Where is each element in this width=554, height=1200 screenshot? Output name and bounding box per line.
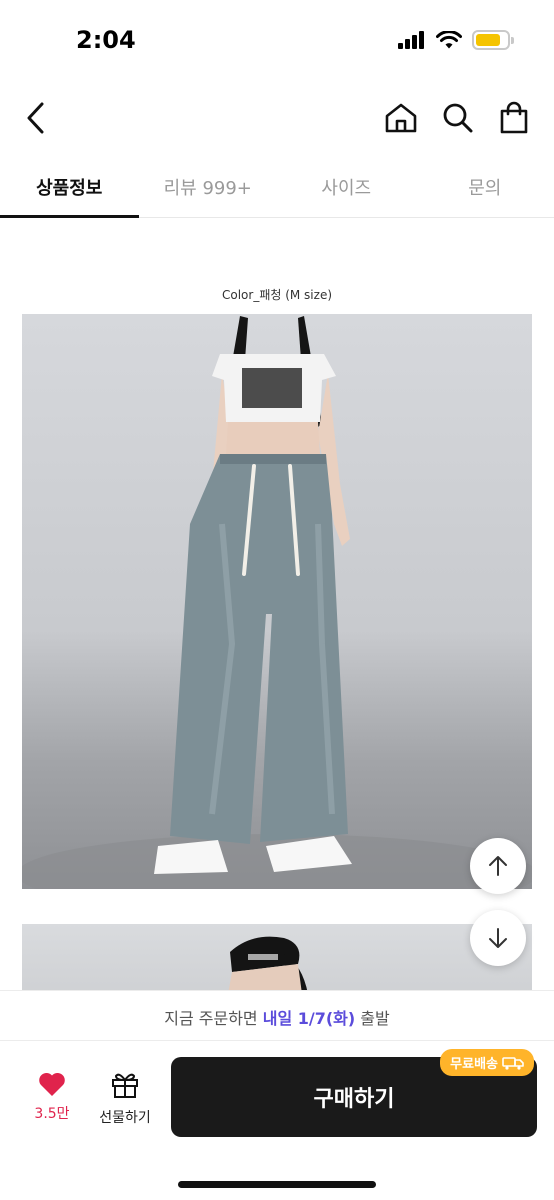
tab-size[interactable]: 사이즈 (277, 160, 416, 217)
shipping-prefix: 지금 주문하면 (164, 1009, 263, 1028)
bottom-action-bar: 3.5만 선물하기 구매하기 무료배송 (0, 1040, 554, 1200)
product-tabs: 상품정보 리뷰 999+ 사이즈 문의 (0, 160, 554, 218)
tab-reviews[interactable]: 리뷰 999+ (139, 160, 278, 217)
scroll-top-button[interactable] (470, 838, 526, 894)
gift-button[interactable]: 선물하기 (92, 1071, 158, 1127)
wifi-icon (436, 30, 462, 48)
product-photo-2 (22, 924, 532, 994)
status-bar: 2:04 (0, 0, 554, 80)
heart-icon (39, 1072, 65, 1096)
buy-label: 구매하기 (313, 1087, 395, 1112)
free-shipping-badge: 무료배송 (440, 1049, 534, 1076)
search-icon (443, 103, 473, 133)
gift-label: 선물하기 (99, 1110, 151, 1126)
shipping-suffix: 출발 (355, 1009, 390, 1028)
gift-icon (112, 1073, 138, 1098)
shopping-bag-icon (500, 101, 528, 134)
product-photo (22, 314, 532, 889)
model-cap-illustration (228, 936, 308, 994)
image-caption: Color_패청 (M size) (221, 288, 333, 302)
chevron-left-icon (27, 102, 44, 134)
shipping-notice: 지금 주문하면 내일 1/7(화) 출발 (0, 990, 554, 1040)
status-icons (398, 30, 514, 50)
like-button[interactable]: 3.5만 (28, 1071, 76, 1123)
signal-icon (398, 31, 424, 49)
tab-product-info[interactable]: 상품정보 (0, 160, 139, 218)
status-time: 2:04 (76, 26, 136, 54)
home-indicator (178, 1181, 376, 1188)
cart-button[interactable] (494, 98, 534, 138)
home-icon (385, 103, 417, 133)
shipping-date: 내일 1/7(화) (262, 1009, 356, 1028)
scroll-bottom-button[interactable] (470, 910, 526, 966)
search-button[interactable] (438, 98, 478, 138)
top-nav (0, 88, 554, 148)
tab-inquiry[interactable]: 문의 (416, 160, 554, 217)
truck-icon (502, 1056, 524, 1070)
back-button[interactable] (18, 96, 54, 140)
model-illustration (22, 316, 532, 889)
like-count: 3.5만 (34, 1106, 70, 1122)
home-button[interactable] (381, 98, 421, 138)
arrow-down-icon (489, 928, 507, 948)
arrow-up-icon (489, 856, 507, 876)
free-shipping-label: 무료배송 (450, 1057, 498, 1072)
battery-icon (472, 30, 514, 50)
